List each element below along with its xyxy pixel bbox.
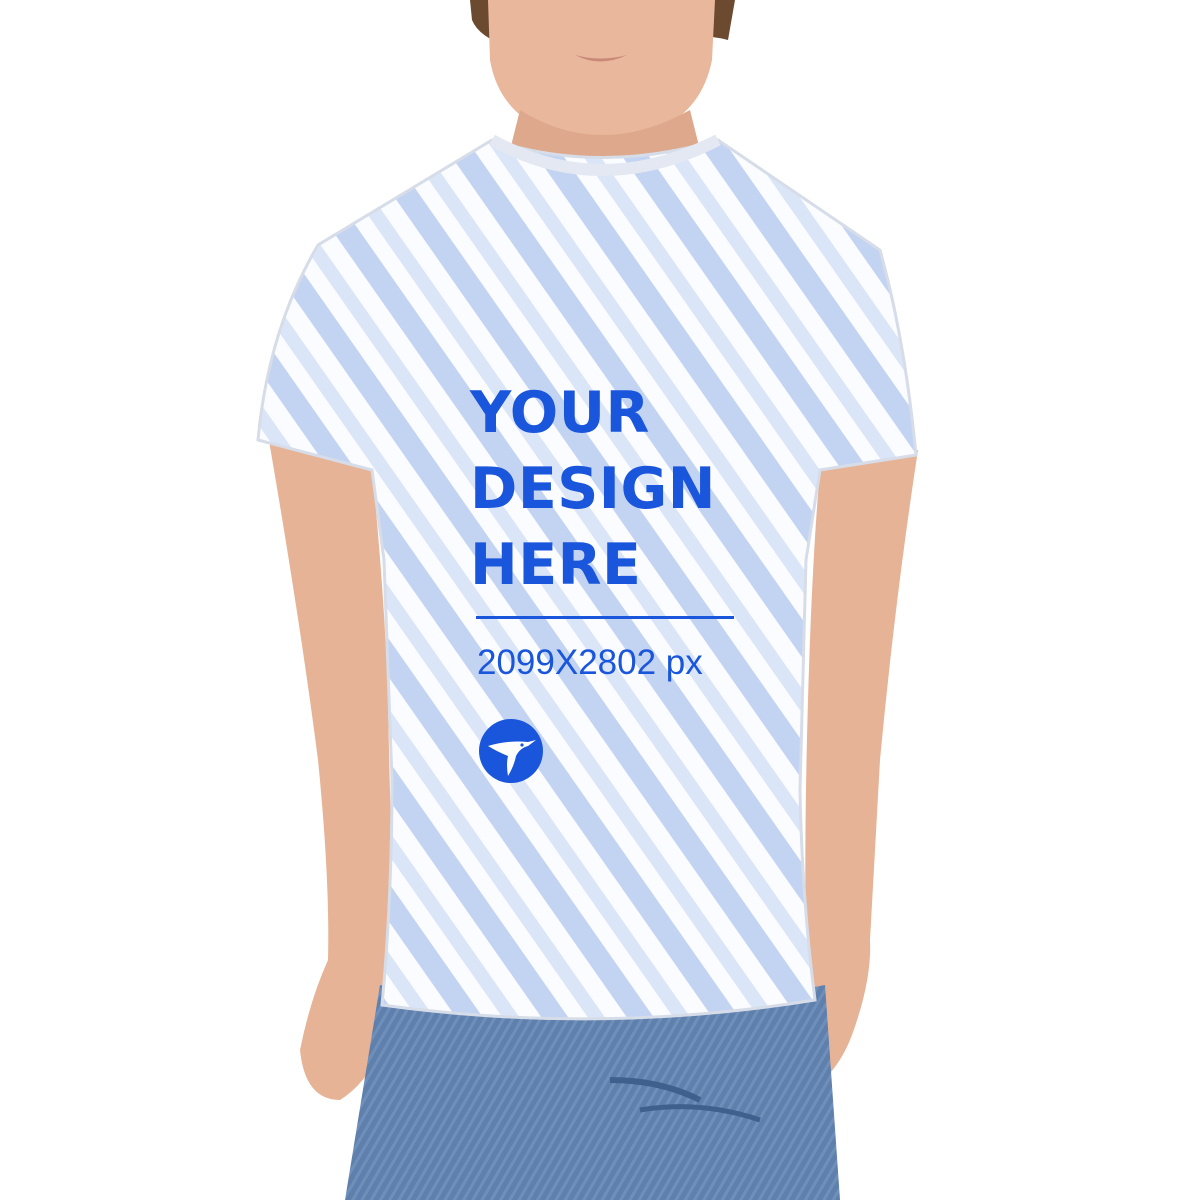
left-arm <box>268 435 397 1100</box>
print-divider <box>476 616 734 619</box>
headline-line-3: HERE <box>470 532 642 598</box>
headline-line-1: YOUR <box>470 380 650 446</box>
hummingbird-icon <box>479 719 543 783</box>
design-placeholder-print: YOUR DESIGN HERE <box>470 375 760 603</box>
print-dimensions: 2099X2802 px <box>477 643 703 682</box>
headline-line-2: DESIGN <box>470 456 717 522</box>
product-mockup-photo: YOUR DESIGN HERE 2099X2802 px <box>0 0 1200 1200</box>
